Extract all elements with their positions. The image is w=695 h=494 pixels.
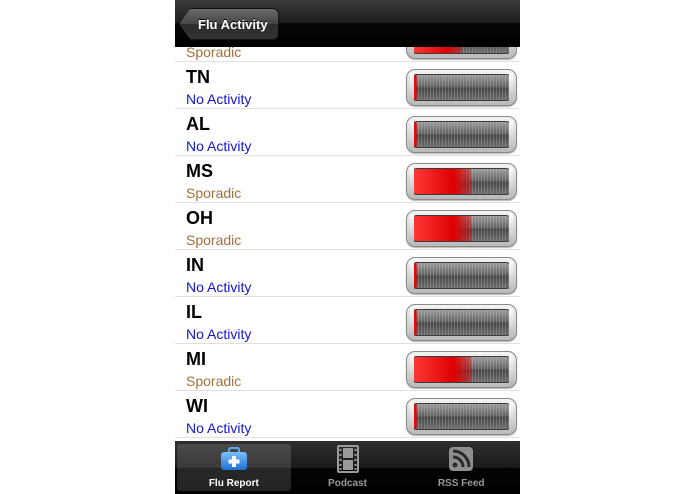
state-code: WI xyxy=(186,396,208,416)
list-item[interactable]: TN No Activity xyxy=(175,62,520,109)
activity-status: Sporadic xyxy=(186,232,242,248)
meter-cap-left xyxy=(410,120,414,149)
state-code: MI xyxy=(186,349,206,369)
list-item[interactable]: WI No Activity xyxy=(175,391,520,438)
meter-fill xyxy=(412,357,472,382)
state-code: OH xyxy=(186,208,213,228)
state-code: TN xyxy=(186,67,210,87)
meter-track xyxy=(411,356,512,383)
meter-cap-left xyxy=(410,73,414,102)
activity-status: Sporadic xyxy=(186,185,242,201)
activity-status: No Activity xyxy=(186,420,252,436)
meter-cap-left xyxy=(410,308,414,337)
list-item[interactable]: IL No Activity xyxy=(175,297,520,344)
navigation-bar: Flu Activity xyxy=(175,0,520,47)
rss-icon xyxy=(446,444,476,474)
medical-kit-icon xyxy=(219,444,249,474)
activity-status: No Activity xyxy=(186,138,252,154)
list-item[interactable]: AL No Activity xyxy=(175,109,520,156)
activity-status: No Activity xyxy=(186,279,252,295)
tab-label: Podcast xyxy=(328,478,367,489)
activity-meter xyxy=(406,304,517,341)
meter-track xyxy=(411,121,512,148)
activity-meter xyxy=(406,398,517,435)
activity-status: No Activity xyxy=(186,91,252,107)
meter-cap-right xyxy=(509,120,513,149)
list-item[interactable]: MI Sporadic xyxy=(175,344,520,391)
meter-cap-left xyxy=(410,402,414,431)
meter-cap-right xyxy=(509,308,513,337)
activity-meter xyxy=(406,116,517,153)
meter-track xyxy=(411,262,512,289)
activity-meter xyxy=(406,351,517,388)
activity-meter xyxy=(406,257,517,294)
meter-track xyxy=(411,309,512,336)
tab-label: RSS Feed xyxy=(437,478,485,489)
meter-cap-right xyxy=(509,402,513,431)
list-item[interactable]: IN No Activity xyxy=(175,250,520,297)
back-button[interactable]: Flu Activity xyxy=(179,8,279,40)
tab-flu-report[interactable]: Flu Report xyxy=(177,444,291,491)
meter-track xyxy=(411,403,512,430)
tab-bar: Flu Report Podcast RSS Feed xyxy=(175,441,520,494)
state-code: IL xyxy=(186,302,202,322)
list-item[interactable]: MS Sporadic xyxy=(175,156,520,203)
meter-cap-right xyxy=(509,214,513,243)
state-code: IN xyxy=(186,255,204,275)
meter-cap-right xyxy=(509,73,513,102)
activity-meter xyxy=(406,69,517,106)
tab-label: Flu Report xyxy=(208,478,259,489)
phone-screen: Sporadic TN No Activity AL No Activity MS Spor… xyxy=(175,0,520,494)
meter-track xyxy=(411,74,512,101)
activity-meter xyxy=(406,163,517,200)
activity-status: No Activity xyxy=(186,326,252,342)
activity-status: Sporadic xyxy=(186,373,242,389)
meter-cap-right xyxy=(509,261,513,290)
meter-cap-left xyxy=(410,261,414,290)
meter-cap-left xyxy=(410,355,414,384)
film-strip-icon xyxy=(333,444,363,474)
meter-track xyxy=(411,168,512,195)
tab-podcast[interactable]: Podcast xyxy=(291,444,405,491)
meter-cap-left xyxy=(410,214,414,243)
meter-track xyxy=(411,215,512,242)
activity-meter xyxy=(406,210,517,247)
tab-rss-feed[interactable]: RSS Feed xyxy=(404,444,518,491)
meter-cap-left xyxy=(410,167,414,196)
meter-cap-right xyxy=(509,167,513,196)
meter-fill xyxy=(412,169,472,194)
state-code: MS xyxy=(186,161,213,181)
meter-fill xyxy=(412,216,472,241)
meter-cap-right xyxy=(509,355,513,384)
list-item[interactable]: OH Sporadic xyxy=(175,203,520,250)
state-code: AL xyxy=(186,114,210,134)
